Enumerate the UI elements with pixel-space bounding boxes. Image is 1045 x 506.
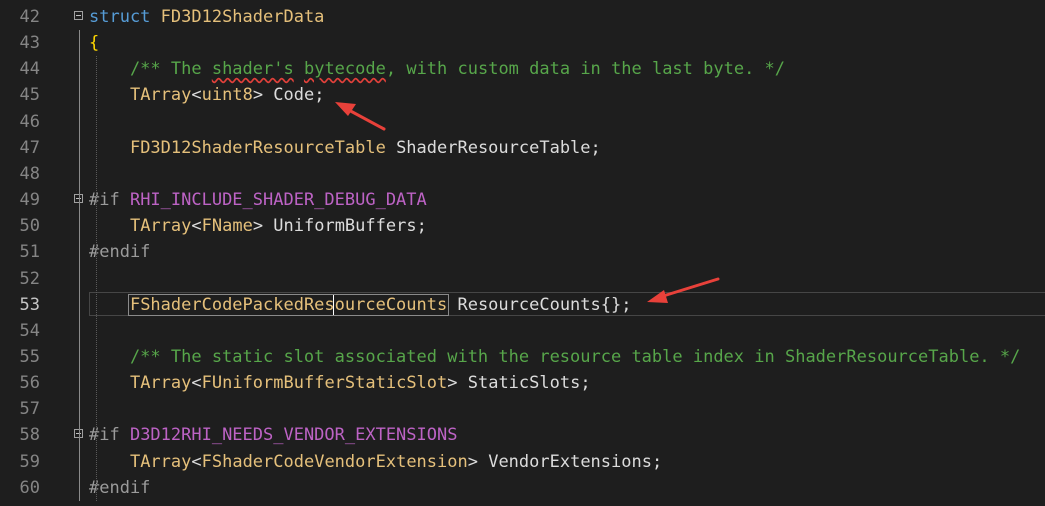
annotation-arrows xyxy=(335,102,720,303)
annotation-arrow-code xyxy=(335,102,386,131)
annotation-arrow-resourcecounts xyxy=(647,277,720,303)
